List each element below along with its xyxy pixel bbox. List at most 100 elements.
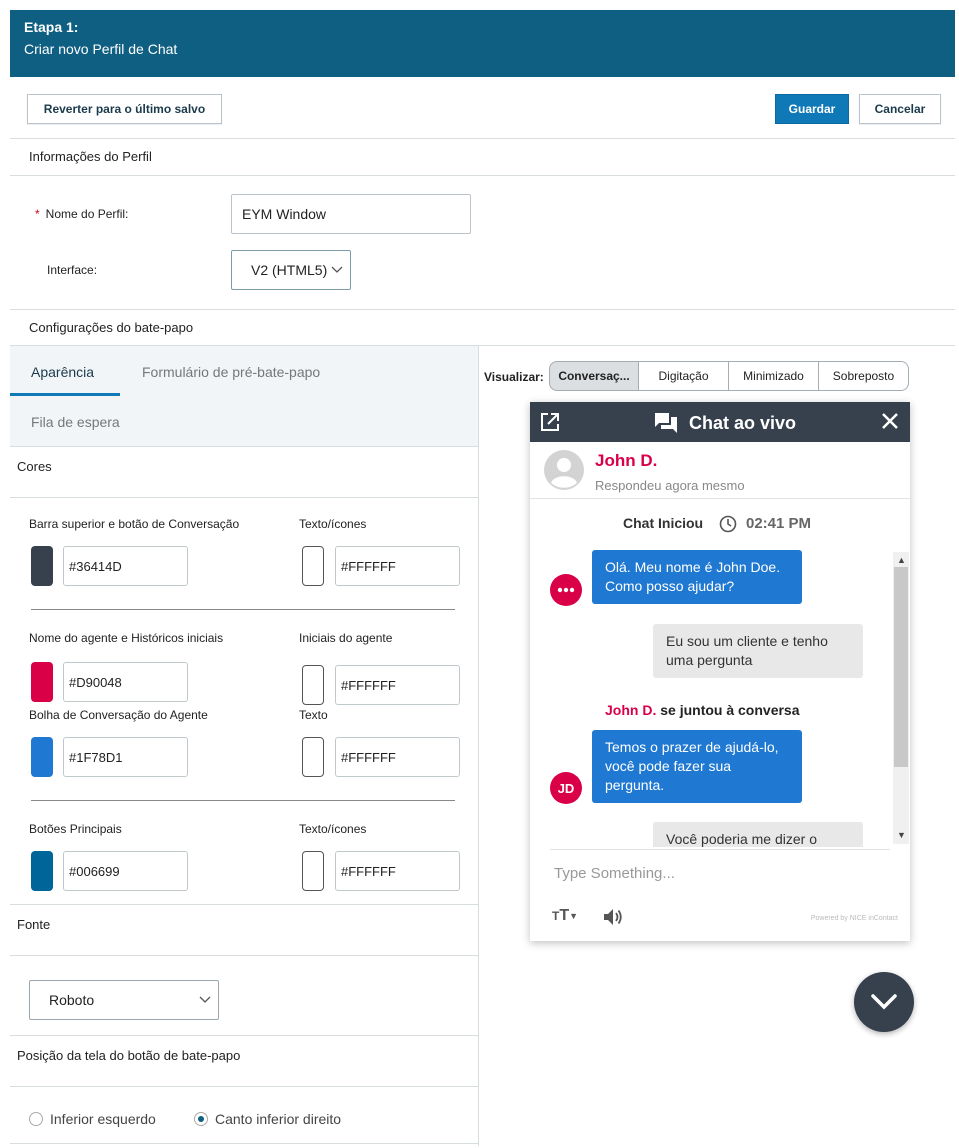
- profile-name-input[interactable]: EYM Window: [231, 194, 471, 234]
- chat-header: Chat ao vivo: [530, 402, 910, 442]
- cancel-button[interactable]: Cancelar: [859, 94, 941, 124]
- interface-value: V2 (HTML5): [251, 262, 328, 278]
- divider: [10, 1086, 478, 1087]
- color-swatch-top-bar[interactable]: [31, 546, 53, 586]
- color-swatch-agent-initials[interactable]: [302, 665, 324, 705]
- chat-toggle-button[interactable]: [854, 972, 914, 1032]
- agent-status: Respondeu agora mesmo: [595, 478, 745, 493]
- join-notice-name: John D.: [605, 702, 657, 718]
- step-title: Etapa 1:: [24, 19, 79, 35]
- radio-bottom-left[interactable]: [29, 1112, 43, 1126]
- divider: [550, 849, 890, 850]
- tab-queue[interactable]: Fila de espera: [31, 414, 120, 430]
- color-input-button-text[interactable]: #FFFFFF: [335, 851, 460, 891]
- color-input-agent-name[interactable]: #D90048: [63, 662, 188, 702]
- divider: [10, 1143, 478, 1144]
- popout-icon[interactable]: [540, 412, 560, 432]
- divider: [10, 1035, 478, 1036]
- more-dots-icon: [557, 587, 575, 593]
- preview-mode-selector: Conversaç... Digitação Minimizado Sobrep…: [549, 361, 909, 391]
- divider: [10, 309, 955, 310]
- agent-name: John D.: [595, 451, 658, 470]
- tabs-bar: [10, 346, 478, 446]
- preview-label: Visualizar:: [484, 370, 544, 384]
- chevron-down-icon: [199, 996, 211, 1003]
- radio-bottom-right[interactable]: [194, 1112, 208, 1126]
- join-notice-text: se juntou à conversa: [660, 702, 800, 718]
- divider: [10, 138, 955, 139]
- interface-label: Interface:: [47, 263, 98, 277]
- color-label-text: Texto: [299, 708, 328, 722]
- revert-button[interactable]: Reverter para o último salvo: [27, 94, 222, 124]
- divider: [530, 498, 910, 499]
- divider: [10, 497, 478, 498]
- color-input-agent-initials[interactable]: #FFFFFF: [335, 665, 460, 705]
- chevron-down-icon: [331, 266, 343, 273]
- chat-settings-title: Configurações do bate-papo: [29, 320, 194, 335]
- color-swatch-button-text[interactable]: [302, 851, 324, 891]
- tab-pre-chat-form[interactable]: Formulário de pré-bate-papo: [142, 364, 320, 380]
- scroll-up-icon[interactable]: ▲: [897, 555, 906, 565]
- divider: [10, 175, 955, 176]
- chat-started-time: 02:41 PM: [746, 515, 812, 532]
- save-button[interactable]: Guardar: [775, 94, 849, 124]
- colors-title: Cores: [17, 459, 52, 474]
- powered-by: Powered by NICE inContact: [810, 915, 898, 922]
- page-header: Etapa 1: Criar novo Perfil de Chat: [10, 10, 955, 77]
- color-label-agent-initials: Iniciais do agente: [299, 631, 393, 645]
- divider: [10, 955, 478, 956]
- preview-mode-conversation[interactable]: Conversaç...: [549, 361, 639, 391]
- join-notice: John D. se juntou à conversa: [605, 702, 800, 718]
- color-input-main-buttons[interactable]: #006699: [63, 851, 188, 891]
- chat-title: Chat ao vivo: [689, 413, 797, 433]
- agent-typing-avatar: [550, 574, 582, 606]
- close-icon[interactable]: [882, 413, 898, 429]
- chevron-down-icon: [871, 994, 897, 1010]
- clock-icon: [719, 515, 737, 533]
- preview-mode-overlay[interactable]: Sobreposto: [819, 361, 909, 391]
- message-input[interactable]: Type Something...: [554, 865, 675, 882]
- color-swatch-agent-bubble[interactable]: [31, 737, 53, 777]
- color-swatch-main-buttons[interactable]: [31, 851, 53, 891]
- color-input-agent-bubble[interactable]: #1F78D1: [63, 737, 188, 777]
- page-subtitle: Criar novo Perfil de Chat: [24, 41, 178, 57]
- chat-started-label: Chat Iniciou: [623, 515, 704, 531]
- preview-mode-minimized[interactable]: Minimizado: [729, 361, 819, 391]
- message-bubble-agent: Olá. Meu nome é John Doe. Como posso aju…: [592, 550, 802, 604]
- scroll-down-icon[interactable]: ▼: [897, 830, 906, 840]
- active-tab-indicator: [10, 393, 120, 396]
- interface-select[interactable]: V2 (HTML5): [231, 250, 351, 290]
- message-bubble-user: Eu sou um cliente e tenho uma pergunta: [653, 624, 863, 678]
- message-scrollbar[interactable]: ▲ ▼: [893, 552, 909, 844]
- required-marker: *: [35, 207, 40, 221]
- divider: [31, 609, 455, 610]
- message-bubble-user: Você poderia me dizer o: [653, 822, 863, 847]
- color-input-top-bar[interactable]: #36414D: [63, 546, 188, 586]
- preview-mode-typing[interactable]: Digitação: [639, 361, 729, 391]
- message-list: Olá. Meu nome é John Doe. Como posso aju…: [530, 544, 892, 847]
- color-label-top-bar: Barra superior e botão de Conversação: [29, 517, 240, 531]
- color-swatch-agent-name[interactable]: [31, 662, 53, 702]
- radio-label-bottom-right: Canto inferior direito: [215, 1111, 342, 1127]
- agent-avatar-icon: [544, 450, 584, 490]
- message-bubble-agent: Temos o prazer de ajudá-lo, você pode fa…: [592, 730, 802, 803]
- color-swatch-bubble-text[interactable]: [302, 737, 324, 777]
- font-select[interactable]: Roboto: [29, 980, 219, 1020]
- chat-bubbles-icon: [655, 413, 677, 433]
- text-size-icon[interactable]: TT▼: [552, 907, 578, 925]
- color-swatch-text-icons[interactable]: [302, 546, 324, 586]
- tab-appearance[interactable]: Aparência: [31, 364, 94, 380]
- color-label-main-buttons: Botões Principais: [29, 822, 122, 836]
- color-input-text-icons[interactable]: #FFFFFF: [335, 546, 460, 586]
- color-label-agent-name: Nome do agente e Históricos iniciais: [29, 631, 224, 645]
- color-input-bubble-text[interactable]: #FFFFFF: [335, 737, 460, 777]
- panel-divider: [478, 346, 479, 1146]
- agent-initials-avatar: JD: [550, 772, 582, 804]
- chat-widget-preview: Chat ao vivo John D. Respondeu agora mes…: [530, 402, 910, 941]
- font-title: Fonte: [17, 917, 51, 932]
- position-title: Posição da tela do botão de bate-papo: [17, 1048, 241, 1063]
- speaker-icon[interactable]: [602, 907, 624, 927]
- scrollbar-thumb[interactable]: [894, 567, 908, 767]
- profile-info-title: Informações do Perfil: [29, 149, 152, 164]
- font-value: Roboto: [49, 992, 95, 1008]
